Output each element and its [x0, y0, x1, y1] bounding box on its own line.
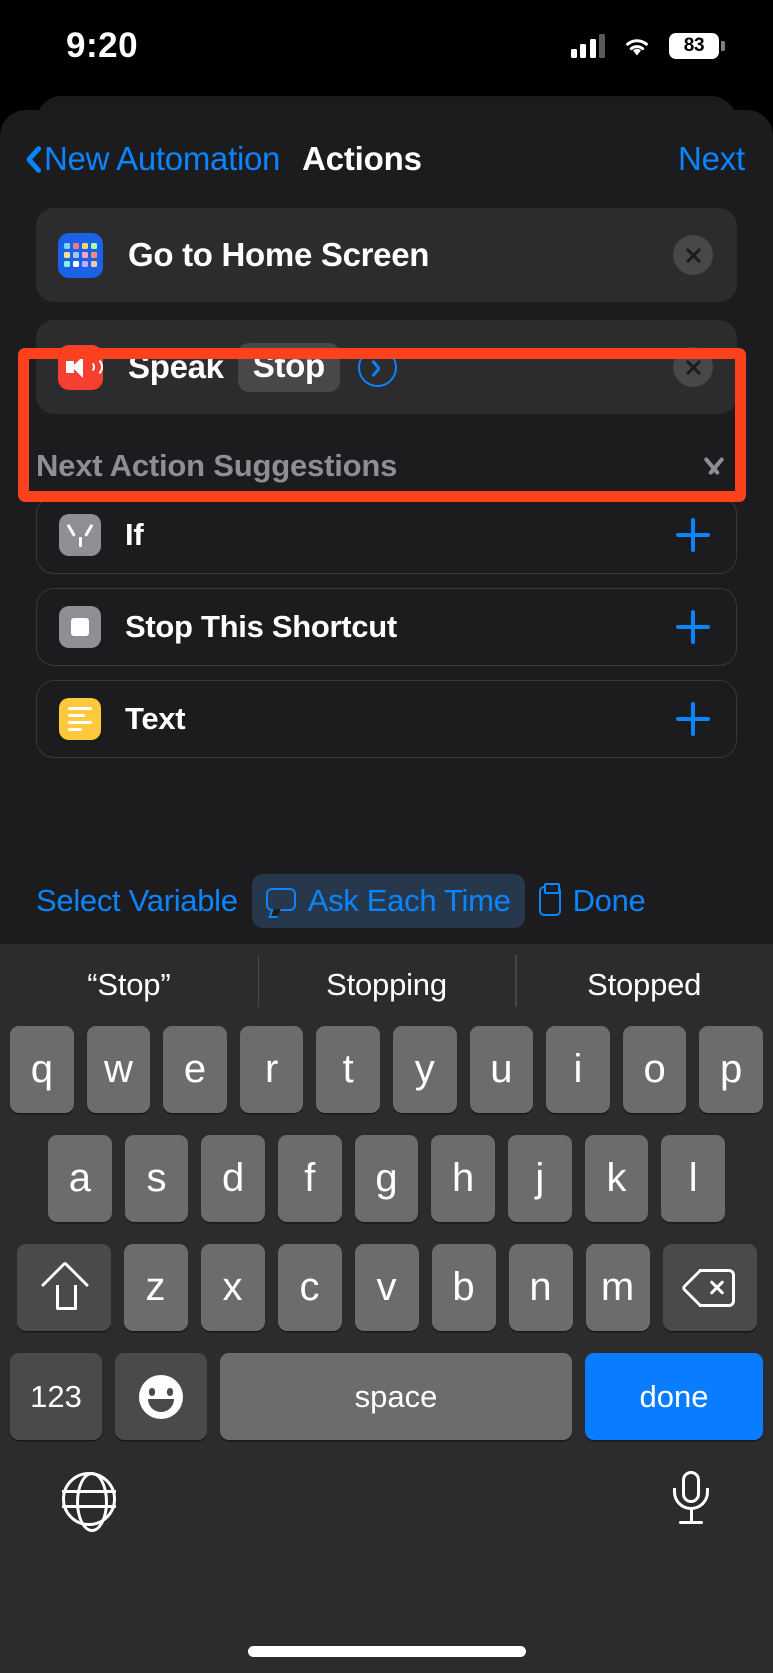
chevron-down-icon[interactable]	[697, 456, 731, 476]
predictive-text-bar: “Stop” Stopping Stopped	[0, 944, 773, 1026]
status-bar-indicators: 83	[570, 33, 725, 59]
key-s[interactable]: s	[124, 1135, 189, 1222]
branch-icon	[59, 514, 101, 556]
globe-icon[interactable]	[62, 1472, 116, 1532]
space-key[interactable]: space	[220, 1353, 572, 1440]
keyboard-row-4: 123 space done	[0, 1353, 773, 1440]
key-k[interactable]: k	[584, 1135, 649, 1222]
done-button[interactable]: Done	[525, 874, 660, 928]
key-f[interactable]: f	[278, 1135, 342, 1222]
suggestion-row-stop-this-shortcut[interactable]: Stop This Shortcut	[36, 588, 737, 666]
suggestion-row-if[interactable]: If	[36, 496, 737, 574]
next-action-suggestions-header[interactable]: Next Action Suggestions	[0, 432, 773, 496]
done-label: Done	[572, 883, 646, 918]
keyboard-row-3: z x c v b n m	[0, 1244, 773, 1331]
next-button[interactable]: Next	[678, 140, 745, 178]
speaker-wave-icon	[58, 344, 103, 390]
navigation-bar: New Automation Actions Next	[0, 110, 773, 208]
action-label: Speak	[128, 348, 224, 385]
keyboard: “Stop” Stopping Stopped q w e r t y u i …	[0, 944, 773, 1673]
numbers-key[interactable]: 123	[10, 1353, 102, 1440]
ask-each-time-label: Ask Each Time	[307, 883, 511, 918]
battery-percent: 83	[683, 35, 705, 56]
key-r[interactable]: r	[239, 1026, 304, 1113]
prediction-item[interactable]: Stopped	[515, 955, 773, 1007]
key-d[interactable]: d	[201, 1135, 265, 1222]
key-g[interactable]: g	[354, 1135, 419, 1222]
back-button-label: New Automation	[44, 140, 281, 177]
key-m[interactable]: m	[585, 1244, 650, 1331]
action-label: Go to Home Screen	[128, 236, 430, 273]
shift-icon	[42, 1266, 86, 1310]
text-lines-icon	[59, 698, 101, 740]
speech-bubble-icon	[265, 888, 296, 918]
prediction-item[interactable]: “Stop”	[0, 967, 258, 1003]
emoji-smiley-icon	[139, 1374, 183, 1419]
plus-icon[interactable]	[676, 610, 710, 644]
suggestion-row-text[interactable]: Text	[36, 680, 737, 758]
key-x[interactable]: x	[200, 1244, 265, 1331]
key-a[interactable]: a	[47, 1135, 112, 1222]
cellular-signal-icon	[570, 34, 605, 58]
stop-square-icon	[59, 606, 101, 648]
key-u[interactable]: u	[469, 1026, 534, 1113]
action-list: Go to Home Screen Speak Stop	[0, 208, 773, 414]
close-circle-icon[interactable]	[673, 235, 713, 275]
plus-icon[interactable]	[676, 518, 710, 552]
key-n[interactable]: n	[508, 1244, 573, 1331]
key-c[interactable]: c	[277, 1244, 342, 1331]
key-v[interactable]: v	[354, 1244, 419, 1331]
microphone-icon[interactable]	[671, 1471, 711, 1527]
chevron-left-icon	[18, 142, 38, 176]
chevron-right-circle-icon[interactable]	[357, 347, 397, 387]
key-w[interactable]: w	[86, 1026, 151, 1113]
key-i[interactable]: i	[546, 1026, 610, 1113]
status-bar: 9:20 83	[0, 0, 773, 92]
clipboard-icon	[538, 883, 561, 916]
done-key[interactable]: done	[585, 1353, 763, 1440]
close-circle-icon[interactable]	[673, 347, 713, 387]
key-t[interactable]: t	[316, 1026, 380, 1113]
select-variable-button[interactable]: Select Variable	[22, 874, 252, 928]
home-indicator	[247, 1646, 526, 1657]
key-j[interactable]: j	[508, 1135, 572, 1222]
backspace-icon	[680, 1268, 735, 1307]
key-o[interactable]: o	[622, 1026, 687, 1113]
prediction-item[interactable]: Stopping	[257, 955, 516, 1007]
action-row-go-to-home-screen[interactable]: Go to Home Screen	[36, 208, 737, 302]
suggestion-label: Stop This Shortcut	[125, 609, 397, 644]
plus-icon[interactable]	[676, 702, 710, 736]
key-l[interactable]: l	[661, 1135, 726, 1222]
key-h[interactable]: h	[431, 1135, 496, 1222]
keyboard-row-2: a s d f g h j k l	[0, 1135, 773, 1222]
suggestions-title: Next Action Suggestions	[36, 448, 398, 483]
key-z[interactable]: z	[123, 1244, 188, 1331]
status-bar-time: 9:20	[66, 26, 139, 65]
ask-each-time-button[interactable]: Ask Each Time	[251, 874, 525, 928]
key-q[interactable]: q	[10, 1026, 74, 1113]
keyboard-bottom-bar	[0, 1440, 773, 1558]
shift-key[interactable]	[16, 1244, 111, 1331]
action-row-speak[interactable]: Speak Stop	[36, 320, 737, 414]
page-title: Actions	[302, 140, 422, 177]
speak-text-token[interactable]: Stop	[237, 342, 340, 392]
variable-toolbar: Select Variable Ask Each Time Done	[0, 858, 773, 944]
key-b[interactable]: b	[431, 1244, 496, 1331]
key-e[interactable]: e	[163, 1026, 227, 1113]
actions-sheet: New Automation Actions Next Go to Home S…	[0, 110, 773, 858]
key-p[interactable]: p	[699, 1026, 763, 1113]
emoji-key[interactable]	[115, 1353, 207, 1440]
home-screen-grid-icon	[58, 232, 103, 278]
backspace-key[interactable]	[662, 1244, 757, 1331]
wifi-icon	[622, 35, 652, 58]
back-button[interactable]: New Automation	[18, 140, 280, 178]
keyboard-row-1: q w e r t y u i o p	[0, 1026, 773, 1113]
key-y[interactable]: y	[393, 1026, 457, 1113]
suggestion-label: Text	[125, 701, 186, 736]
battery-icon: 83	[669, 33, 725, 59]
suggestion-label: If	[125, 517, 144, 552]
